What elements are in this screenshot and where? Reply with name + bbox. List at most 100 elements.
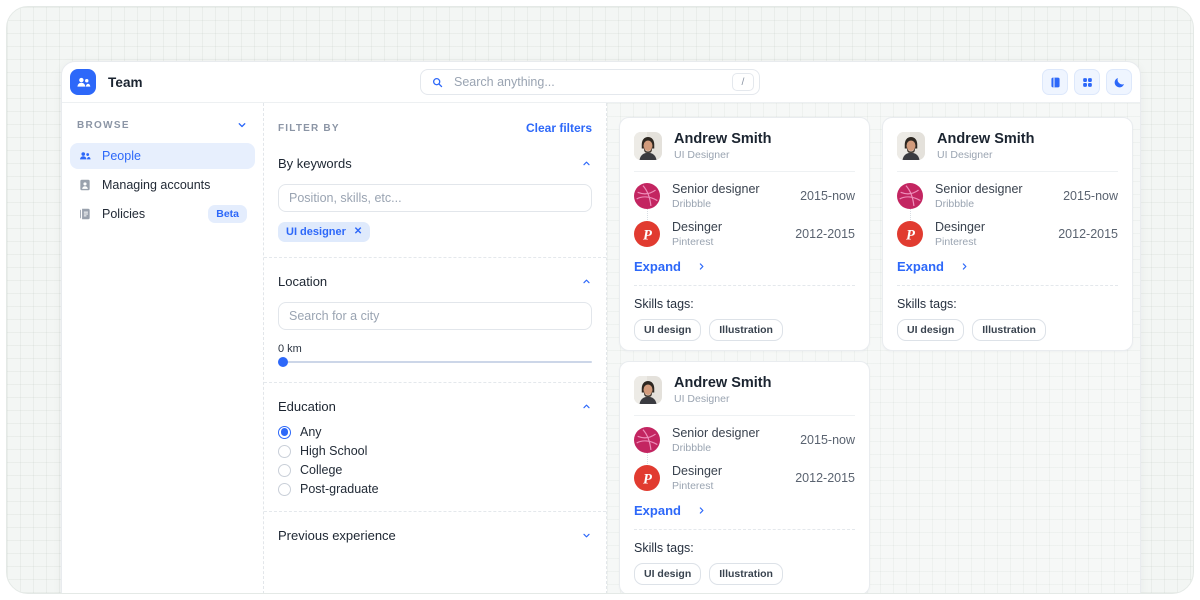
expand-link[interactable]: Expand [897,259,1118,274]
person-name: Andrew Smith [674,375,771,391]
chevron-right-icon [696,505,707,516]
sidebar-item-label: People [102,149,141,163]
experience-row: Senior designer Dribbble 2015-now [634,426,855,454]
person-title: UI Designer [674,149,771,161]
browse-label: BROWSE [77,120,130,131]
chevron-up-icon[interactable] [581,158,592,169]
pinterest-icon [634,465,660,491]
docs-button[interactable] [1042,69,1068,95]
card-divider [897,285,1118,286]
app-header: Team / [62,62,1140,103]
skills-label: Skills tags: [897,297,1118,311]
moon-icon [1113,76,1126,89]
pinterest-icon [897,221,923,247]
results-grid: Andrew Smith UI Designer Senior designer… [607,103,1140,594]
policy-icon [78,207,92,221]
keywords-input[interactable] [278,184,592,212]
section-divider [264,382,606,383]
section-divider [264,257,606,258]
slider-thumb[interactable] [278,357,288,367]
person-title: UI Designer [937,149,1034,161]
person-card: Andrew Smith UI Designer Senior designer… [882,117,1133,351]
expand-link[interactable]: Expand [634,503,855,518]
slider-track[interactable] [278,361,592,363]
section-divider [264,511,606,512]
people-icon [78,149,92,163]
education-option-high-school[interactable]: High School [278,444,592,458]
skill-tag: Illustration [972,319,1046,341]
radio[interactable] [278,483,291,496]
avatar [897,132,925,160]
person-card: Andrew Smith UI Designer Senior designer… [619,117,870,351]
grid-icon [1081,76,1094,89]
chevron-down-icon[interactable] [581,530,592,541]
previous-experience-section-header[interactable]: Previous experience [278,528,592,543]
person-title: UI Designer [674,393,771,405]
chevron-right-icon [696,261,707,272]
distance-slider[interactable] [278,357,592,367]
card-divider [897,171,1118,172]
sidebar-item-people[interactable]: People [70,143,255,169]
radio[interactable] [278,445,291,458]
app-logo [70,69,96,95]
keywords-label: By keywords [278,156,352,171]
education-section-header[interactable]: Education [278,399,592,414]
person-card: Andrew Smith UI Designer Senior designer… [619,361,870,594]
avatar [634,376,662,404]
location-label: Location [278,274,327,289]
filter-by-label: FILTER BY [278,123,340,134]
people-icon [75,74,92,91]
chevron-right-icon [959,261,970,272]
location-section-header[interactable]: Location [278,274,592,289]
education-option-post-graduate[interactable]: Post-graduate [278,482,592,496]
canvas-background: Team / BROWSE [6,6,1194,594]
dark-mode-button[interactable] [1106,69,1132,95]
filter-panel: FILTER BY Clear filters By keywords UI d… [264,103,607,594]
search-icon [431,76,444,89]
chevron-down-icon[interactable] [236,119,248,131]
sidebar-item-managing-accounts[interactable]: Managing accounts [70,172,255,198]
expand-link[interactable]: Expand [634,259,855,274]
keywords-section-header[interactable]: By keywords [278,156,592,171]
book-icon [1049,76,1062,89]
experience-row: Desinger Pinterest 2012-2015 [634,220,855,248]
card-divider [634,529,855,530]
sidebar-item-policies[interactable]: Policies Beta [70,201,255,227]
skills-label: Skills tags: [634,297,855,311]
experience-row: Desinger Pinterest 2012-2015 [634,464,855,492]
chevron-up-icon[interactable] [581,401,592,412]
experience-row: Senior designer Dribbble 2015-now [897,182,1118,210]
header-actions [1042,69,1132,95]
app-title: Team [108,75,143,90]
city-search-input[interactable] [278,302,592,330]
skills-label: Skills tags: [634,541,855,555]
apps-button[interactable] [1074,69,1100,95]
avatar [634,132,662,160]
person-name: Andrew Smith [937,131,1034,147]
skill-tag: UI design [897,319,964,341]
close-icon[interactable]: ✕ [354,227,362,237]
skill-tag: UI design [634,563,701,585]
search-input[interactable] [452,74,732,90]
browse-section-header[interactable]: BROWSE [70,117,255,133]
keyword-tag-label: UI designer [286,226,346,238]
skill-tag: UI design [634,319,701,341]
sidebar-item-label: Policies [102,207,145,221]
search-shortcut-key: / [732,73,754,91]
global-search[interactable]: / [420,69,760,95]
chevron-up-icon[interactable] [581,276,592,287]
education-option-any[interactable]: Any [278,425,592,439]
clear-filters-button[interactable]: Clear filters [526,121,592,135]
card-divider [634,285,855,286]
account-badge-icon [78,178,92,192]
education-option-college[interactable]: College [278,463,592,477]
pinterest-icon [634,221,660,247]
radio[interactable] [278,464,291,477]
experience-row: Desinger Pinterest 2012-2015 [897,220,1118,248]
radio-selected[interactable] [278,426,291,439]
skill-tag: Illustration [709,563,783,585]
sidebar: BROWSE People Managing accounts Policies… [62,103,264,594]
dribbble-icon [634,183,660,209]
dribbble-icon [634,427,660,453]
beta-badge: Beta [208,205,247,223]
